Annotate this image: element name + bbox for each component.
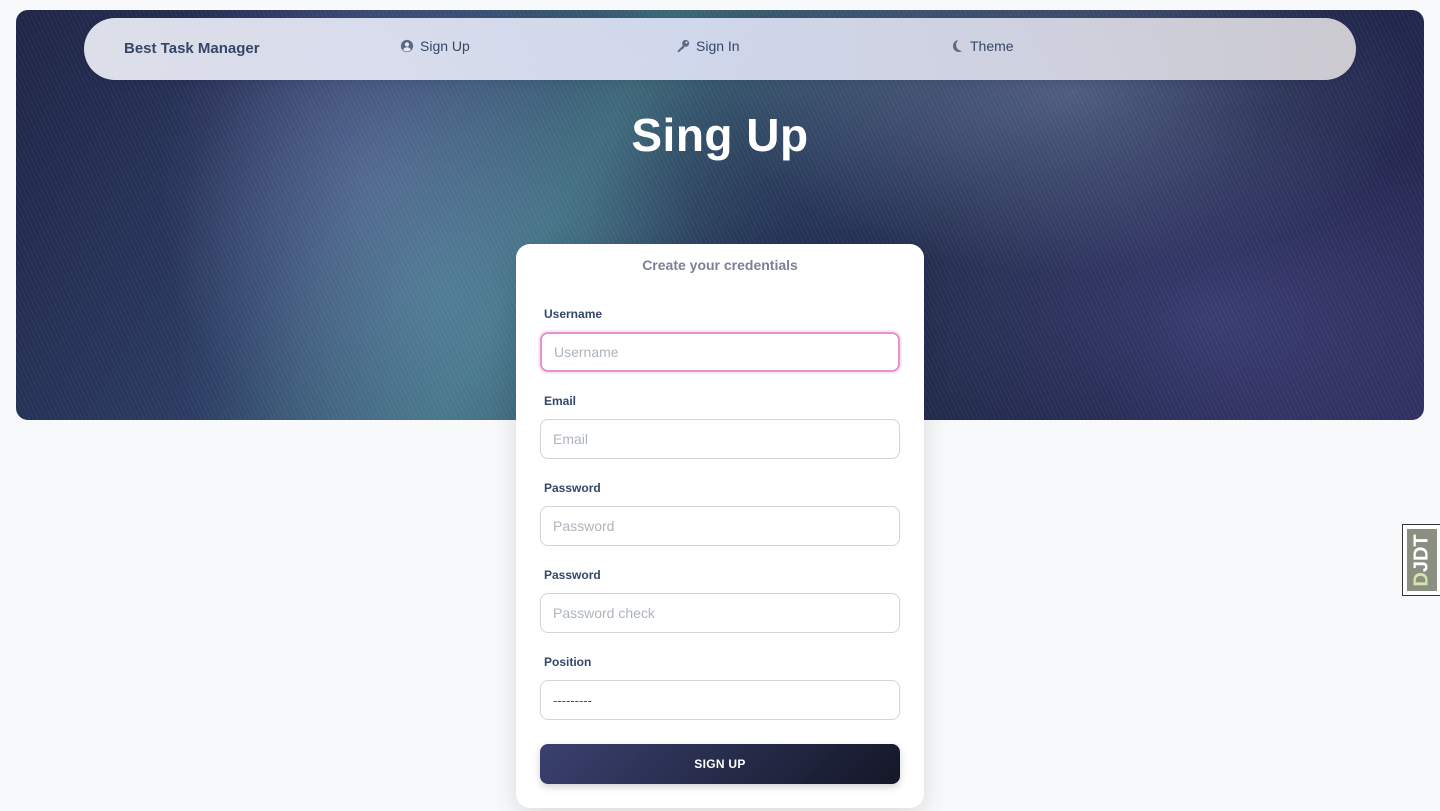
username-label: Username <box>544 307 603 321</box>
signup-form-card: Create your credentials Username Email P… <box>516 244 924 808</box>
email-label: Email <box>544 394 577 408</box>
nav-sign-up[interactable]: Sign Up <box>400 36 470 56</box>
nav-sign-in[interactable]: Sign In <box>676 36 740 56</box>
debug-toolbar-handle[interactable]: DJDT <box>1402 524 1440 596</box>
password-label: Password <box>544 481 601 495</box>
nav-sign-up-label: Sign Up <box>420 38 470 54</box>
key-icon <box>677 39 690 53</box>
debug-toolbar-label-d: D <box>1410 571 1433 587</box>
nav-sign-in-label: Sign In <box>696 38 740 54</box>
username-input[interactable] <box>540 332 900 372</box>
navbar: Best Task Manager Sign Up Sign In Theme <box>84 18 1356 80</box>
form-header: Create your credentials <box>642 257 798 273</box>
email-input[interactable] <box>540 419 900 459</box>
sign-up-button[interactable]: SIGN UP <box>540 744 900 784</box>
position-select[interactable]: --------- <box>540 680 900 720</box>
debug-toolbar-label-rest: JDT <box>1410 533 1433 572</box>
brand-link[interactable]: Best Task Manager <box>124 40 260 57</box>
user-circle-icon <box>400 39 414 53</box>
password-check-label: Password <box>544 568 601 582</box>
page-title: Sing Up <box>631 109 809 161</box>
password-check-input[interactable] <box>540 593 900 633</box>
nav-theme[interactable]: Theme <box>950 36 1014 56</box>
password-input[interactable] <box>540 506 900 546</box>
position-selected-value: --------- <box>553 692 592 708</box>
position-label: Position <box>544 655 592 669</box>
debug-toolbar-badge: DJDT <box>1407 529 1437 591</box>
nav-theme-label: Theme <box>970 38 1014 54</box>
moon-icon <box>952 40 963 52</box>
debug-toolbar-label: DJDT <box>1411 534 1434 586</box>
